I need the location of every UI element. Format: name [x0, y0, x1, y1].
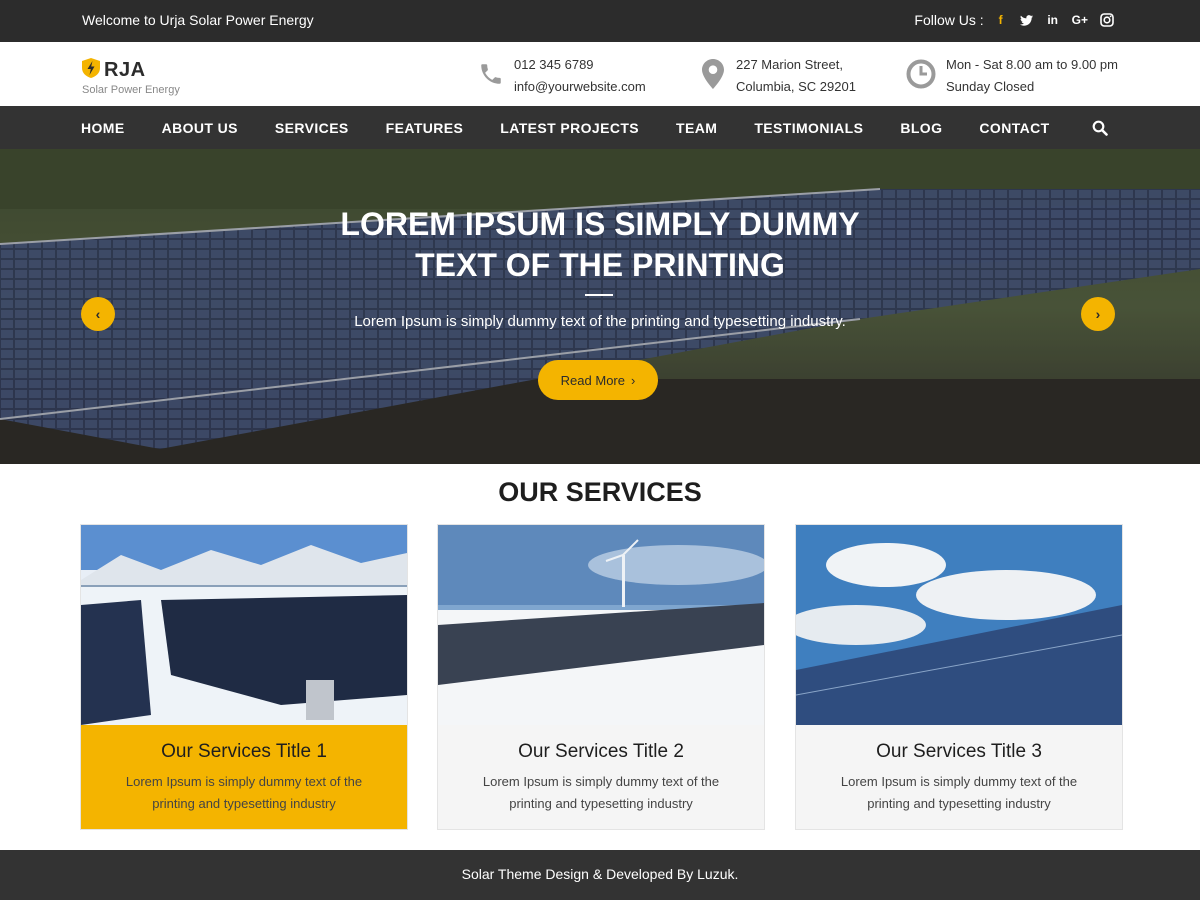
service-card-1[interactable]: Our Services Title 1 Lorem Ipsum is simp…	[80, 524, 408, 830]
facebook-icon[interactable]: f	[994, 11, 1008, 29]
phone-number[interactable]: 012 345 6789	[514, 54, 646, 76]
twitter-icon[interactable]	[1020, 11, 1034, 29]
slider-next-button[interactable]: ›	[1081, 297, 1115, 331]
nav-item-about-us[interactable]: ABOUT US	[162, 120, 238, 136]
nav-item-services[interactable]: SERVICES	[275, 120, 349, 136]
service-text-2: Lorem Ipsum is simply dummy text of the …	[482, 774, 720, 811]
service-image-2	[438, 525, 764, 725]
site-footer: Solar Theme Design & Developed By Luzuk.	[0, 850, 1200, 900]
shield-bolt-icon	[82, 58, 100, 83]
logo-title: RJA	[104, 59, 146, 81]
contact-address-block: 227 Marion Street, Columbia, SC 29201	[700, 54, 856, 98]
nav-item-home[interactable]: HOME	[81, 120, 125, 136]
hours-sunday: Sunday Closed	[946, 79, 1035, 94]
address-line-1: 227 Marion Street,	[736, 57, 843, 72]
hero-divider	[585, 294, 613, 296]
site-header: RJA Solar Power Energy 012 345 6789 info…	[0, 42, 1200, 106]
chevron-left-icon: ‹	[95, 306, 101, 322]
service-card-2[interactable]: Our Services Title 2 Lorem Ipsum is simp…	[437, 524, 765, 830]
service-title-2: Our Services Title 2	[518, 741, 684, 762]
nav-item-blog[interactable]: BLOG	[900, 120, 942, 136]
nav-item-contact[interactable]: CONTACT	[979, 120, 1049, 136]
service-image-1	[81, 525, 407, 725]
google-plus-icon[interactable]: G+	[1072, 11, 1088, 29]
service-card-3[interactable]: Our Services Title 3 Lorem Ipsum is simp…	[795, 524, 1123, 830]
map-pin-icon	[700, 54, 726, 94]
service-text-3: Lorem Ipsum is simply dummy text of the …	[840, 774, 1078, 811]
welcome-text: Welcome to Urja Solar Power Energy	[82, 12, 314, 28]
nav-item-team[interactable]: TEAM	[676, 120, 717, 136]
phone-icon	[478, 54, 504, 94]
linkedin-icon[interactable]: in	[1046, 11, 1060, 29]
read-more-label: Read More	[560, 372, 625, 388]
hero-subtitle: Lorem Ipsum is simply dummy text of the …	[354, 313, 846, 330]
chevron-right-icon: ›	[1095, 306, 1101, 322]
nav-item-latest-projects[interactable]: LATEST PROJECTS	[500, 120, 639, 136]
follow-label: Follow Us :	[914, 12, 984, 28]
read-more-button[interactable]: Read More ›	[538, 360, 658, 400]
address-line-2: Columbia, SC 29201	[736, 79, 856, 94]
contact-phone-block: 012 345 6789 info@yourwebsite.com	[478, 54, 646, 98]
email-address[interactable]: info@yourwebsite.com	[514, 76, 646, 98]
services-heading: OUR SERVICES	[498, 477, 702, 507]
hero-title: LOREM IPSUM IS SIMPLY DUMMY TEXT OF THE …	[340, 206, 860, 283]
service-text-1: Lorem Ipsum is simply dummy text of the …	[125, 774, 363, 811]
slider-prev-button[interactable]: ‹	[81, 297, 115, 331]
logo-tagline: Solar Power Energy	[82, 84, 180, 96]
main-navigation: HOME ABOUT US SERVICES FEATURES LATEST P…	[0, 106, 1200, 149]
site-logo[interactable]: RJA Solar Power Energy	[82, 58, 180, 96]
footer-credit: Solar Theme Design & Developed By Luzuk.	[461, 866, 739, 882]
service-image-3	[796, 525, 1122, 725]
service-title-1: Our Services Title 1	[161, 741, 327, 762]
nav-item-testimonials[interactable]: TESTIMONIALS	[754, 120, 863, 136]
clock-icon	[906, 54, 936, 94]
service-title-3: Our Services Title 3	[876, 741, 1042, 762]
chevron-right-icon: ›	[630, 372, 636, 388]
social-follow: Follow Us : f in G+	[914, 11, 1114, 29]
search-icon[interactable]	[1092, 120, 1108, 136]
nav-item-features[interactable]: FEATURES	[386, 120, 464, 136]
hero-slider: LOREM IPSUM IS SIMPLY DUMMY TEXT OF THE …	[0, 149, 1200, 464]
top-bar: Welcome to Urja Solar Power Energy Follo…	[0, 0, 1200, 42]
instagram-icon[interactable]	[1100, 11, 1114, 29]
opening-hours-block: Mon - Sat 8.00 am to 9.00 pm Sunday Clos…	[906, 54, 1118, 98]
hours-weekdays: Mon - Sat 8.00 am to 9.00 pm	[946, 57, 1118, 72]
